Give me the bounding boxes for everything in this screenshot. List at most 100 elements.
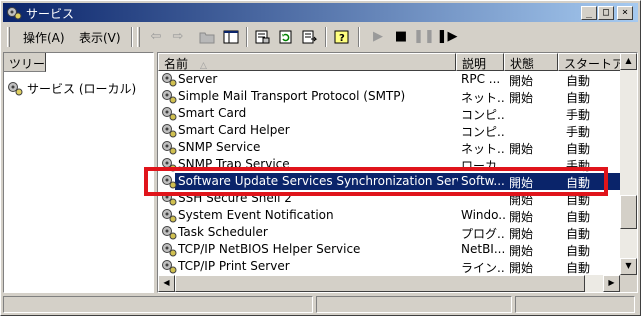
cell-description: プログ... [461,227,505,241]
service-gear-icon [162,107,177,121]
toolbar: 操作(A) 表示(V) ⇦ ⇨ ? ▶ ■ ❚❚ ❚▶ [3,24,638,50]
table-row[interactable]: Server RPC ... 開始 自動 [158,71,620,88]
list-header: 名前△ 説明 状態 スタートアップ [158,53,637,71]
table-row[interactable]: Smart Card コンピ... 手動 [158,105,620,122]
play-icon[interactable]: ▶ [367,27,389,47]
status-panel [316,296,512,313]
menu-view[interactable]: 表示(V) [77,29,123,46]
column-header-description[interactable]: 説明 [456,53,504,71]
tab-tree[interactable]: ツリー [4,53,46,72]
table-row[interactable]: TCP/IP Print Server ライン... 開始 自動 [158,258,620,275]
services-window: サービス _ □ × 操作(A) 表示(V) ⇦ ⇨ ? ▶ ■ ❚❚ ❚▶ ツ… [0,0,641,316]
scroll-left-button[interactable]: ◀ [158,275,175,292]
cell-startup: 手動 [566,108,591,122]
pause-icon[interactable]: ❚❚ [413,27,435,47]
cell-description: ネット... [461,91,505,105]
table-row[interactable]: SNMP Service ネット... 開始 自動 [158,139,620,156]
cell-description: ライン... [461,261,505,275]
menu-action[interactable]: 操作(A) [21,29,67,46]
cell-status: 開始 [509,74,534,88]
back-arrow-icon[interactable]: ⇦ [145,27,167,47]
forward-arrow-icon[interactable]: ⇨ [167,27,189,47]
minimize-button[interactable]: _ [581,6,597,20]
stop-icon[interactable]: ■ [390,27,412,47]
refresh-icon[interactable] [275,27,297,47]
close-button[interactable]: × [617,6,633,20]
service-gear-icon [162,124,177,138]
up-folder-icon[interactable] [196,27,218,47]
cell-startup: 自動 [566,91,591,105]
cell-name: TCP/IP Print Server [178,259,290,273]
scroll-thumb[interactable] [175,275,585,292]
scroll-up-button[interactable]: ▲ [620,53,637,70]
status-panel [515,296,635,313]
help-icon[interactable]: ? [331,27,353,47]
properties-icon[interactable] [251,27,273,47]
toolbar-grip[interactable] [7,27,10,47]
cell-name: Smart Card [178,106,247,120]
cell-startup: 手動 [566,125,591,139]
window-title: サービス [26,7,75,21]
cell-status: 開始 [509,91,534,105]
cell-startup: 自動 [566,74,591,88]
horizontal-scrollbar[interactable]: ◀ ▶ [158,275,620,292]
tree-pane[interactable]: ツリー サービス (ローカル) [3,52,154,293]
cell-status: 開始 [509,227,534,241]
services-icon [8,81,23,95]
toolbar-separator [131,27,133,47]
show-tree-icon[interactable] [220,27,242,47]
table-row[interactable]: Simple Mail Transport Protocol (SMTP) ネット… [158,88,620,105]
service-gear-icon [162,260,177,274]
cell-startup: 自動 [566,244,591,258]
table-row[interactable]: Smart Card Helper コンピ... 手動 [158,122,620,139]
highlight-annotation-box [144,167,608,196]
svg-text:?: ? [339,33,345,44]
column-header-label: 名前 [164,57,189,71]
export-list-icon[interactable] [299,27,321,47]
column-header-name[interactable]: 名前 △ [158,53,456,71]
maximize-button[interactable]: □ [598,6,614,20]
cell-status: 開始 [509,244,534,258]
tree-item-label: サービス (ローカル) [27,81,137,96]
sort-ascending-icon: △ [200,61,207,71]
vertical-scrollbar[interactable]: ▲ ▼ [620,53,637,292]
close-icon: × [621,7,629,18]
table-row[interactable]: TCP/IP NetBIOS Helper Service NetBI... 開始 自… [158,241,620,258]
cell-description: コンピ... [461,108,505,122]
cell-name: TCP/IP NetBIOS Helper Service [178,242,361,256]
scroll-down-button[interactable]: ▼ [620,258,637,275]
gear-icon [7,7,22,20]
cell-name: Simple Mail Transport Protocol (SMTP) [178,89,406,103]
tree-item-local-services[interactable]: サービス (ローカル) [7,80,136,96]
scroll-thumb[interactable] [620,195,637,229]
toolbar-separator [325,27,327,47]
scrollbar-corner [620,275,637,292]
toolbar-separator [358,27,360,47]
cell-name: SNMP Service [178,140,261,154]
table-row[interactable]: Task Scheduler プログ... 開始 自動 [158,224,620,241]
cell-status: 開始 [509,261,534,275]
cell-description: Windo... [461,208,505,222]
column-header-label: 状態 [510,57,535,71]
service-gear-icon [162,141,177,155]
title-bar[interactable]: サービス _ □ × [3,3,638,22]
cell-description: NetBI... [461,242,505,256]
status-bar [3,295,638,314]
cell-startup: 自動 [566,227,591,241]
cell-description: RPC ... [461,72,501,86]
cell-status: 開始 [509,142,534,156]
cell-description: ネット... [461,142,505,156]
scroll-right-button[interactable]: ▶ [603,275,620,292]
toolbar-grip[interactable] [137,27,140,47]
cell-status: 開始 [509,210,534,224]
cell-name: Server [178,72,218,86]
cell-description: コンピ... [461,125,505,139]
status-panel [3,296,313,313]
column-header-status[interactable]: 状態 [504,53,558,71]
cell-name: Smart Card Helper [178,123,290,137]
table-row[interactable]: System Event Notification Windo... 開始 自動 [158,207,620,224]
restart-icon[interactable]: ❚▶ [436,27,458,47]
cell-startup: 自動 [566,142,591,156]
maximize-icon: □ [602,7,610,18]
column-header-label: 説明 [462,57,487,71]
